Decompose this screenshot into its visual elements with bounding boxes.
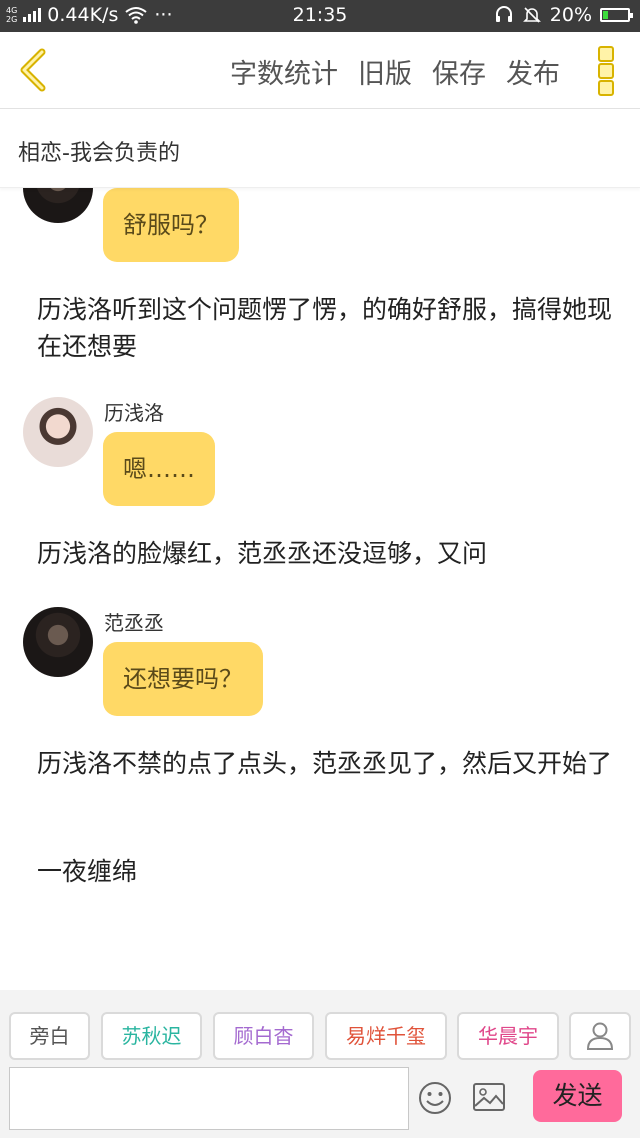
battery-fill (603, 11, 608, 19)
avatar (23, 187, 93, 223)
emoji-button[interactable] (418, 1081, 452, 1115)
character-button[interactable]: 华晨宇 (457, 1012, 559, 1060)
status-right: 20% (494, 4, 633, 26)
back-button[interactable] (14, 46, 54, 94)
more-vertical-icon (598, 80, 614, 96)
character-button[interactable]: 易烊千玺 (325, 1012, 447, 1060)
avatar (23, 607, 93, 677)
avatar (23, 397, 93, 467)
character-button[interactable]: 苏秋迟 (101, 1012, 202, 1060)
speaker-name: 历浅洛 (104, 401, 164, 425)
dialogue-bubble: 嗯…… (103, 432, 215, 506)
image-icon (473, 1083, 505, 1111)
message-input[interactable] (9, 1067, 409, 1130)
save-button[interactable]: 保存 (432, 52, 486, 91)
status-bar: 4G 2G 0.44K/s ··· 21:35 20% (0, 0, 640, 32)
chevron-left-icon (20, 48, 46, 92)
user-icon (586, 1022, 614, 1050)
story-title-bar: 相恋-我会负责的 (0, 109, 640, 188)
smiley-icon (419, 1082, 451, 1114)
input-bar: 发送 (0, 1062, 640, 1138)
narration-text[interactable]: 历浅洛的脸爆红，范丞丞还没逗够，又问 (37, 535, 617, 572)
mute-bell-icon (522, 7, 541, 23)
story-title[interactable]: 相恋-我会负责的 (18, 135, 180, 167)
more-vertical-icon (598, 63, 614, 79)
publish-button[interactable]: 发布 (506, 52, 560, 91)
more-vertical-icon (598, 46, 614, 62)
character-button[interactable]: 顾白杳 (213, 1012, 314, 1060)
character-bar: 旁白 苏秋迟 顾白杳 易烊千玺 华晨宇 (0, 990, 640, 1062)
narration-text[interactable]: 历浅洛不禁的点了点头，范丞丞见了，然后又开始了 (37, 745, 617, 782)
story-content[interactable]: 舒服吗？ 历浅洛听到这个问题愣了愣，的确好舒服，搞得她现在还想要 历浅洛 嗯……… (0, 187, 640, 990)
header-actions: 字数统计 旧版 保存 发布 (230, 52, 560, 91)
word-count-button[interactable]: 字数统计 (230, 52, 338, 91)
narration-text[interactable]: 一夜缠绵 (37, 853, 617, 890)
dialogue-bubble: 舒服吗？ (103, 188, 239, 262)
narration-text[interactable]: 历浅洛听到这个问题愣了愣，的确好舒服，搞得她现在还想要 (37, 291, 617, 365)
battery-icon (600, 8, 633, 22)
send-button[interactable]: 发送 (533, 1070, 622, 1122)
battery-percent: 20% (549, 4, 592, 26)
speaker-name: 范丞丞 (104, 611, 164, 635)
image-button[interactable] (472, 1082, 506, 1112)
editor-header: 字数统计 旧版 保存 发布 (0, 32, 640, 109)
dialogue-bubble: 还想要吗？ (103, 642, 263, 716)
headset-icon (495, 6, 512, 22)
more-menu-button[interactable] (598, 46, 616, 96)
character-button-narrator[interactable]: 旁白 (9, 1012, 90, 1060)
old-version-button[interactable]: 旧版 (358, 52, 412, 91)
add-character-button[interactable] (569, 1012, 631, 1060)
